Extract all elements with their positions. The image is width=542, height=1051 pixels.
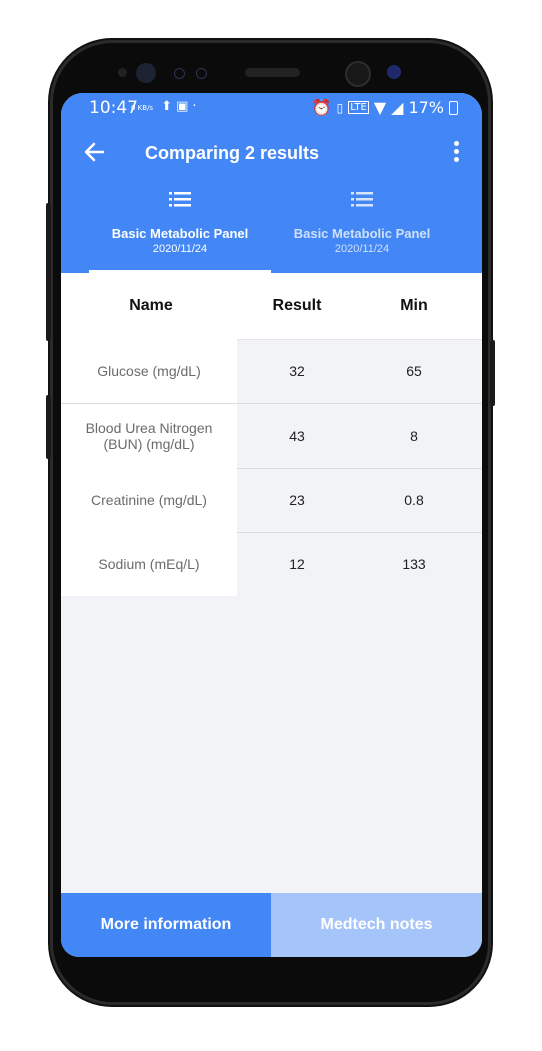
bixby-button (46, 395, 51, 459)
volte-icon: LTE (348, 101, 369, 114)
status-system-icons: ⏰ ▯ LTE ▼ ◢ 17% (312, 98, 458, 117)
medtech-notes-button[interactable]: Medtech notes (271, 893, 482, 957)
row-name: Sodium (mEq/L) (61, 532, 237, 596)
upload-icon: ⬆ (161, 99, 177, 114)
table-row: Sodium (mEq/L) 12 133 (61, 532, 482, 596)
power-button (490, 340, 495, 406)
status-notification-icons: 0 KB/s ⬆▣· (131, 99, 201, 114)
dot-icon: · (192, 99, 201, 114)
column-header-name: Name (129, 297, 173, 314)
tab-date: 2020/11/24 (152, 243, 208, 255)
vibrate-icon: ▯ (336, 100, 344, 115)
table-row: Creatinine (mg/dL) 23 0.8 (61, 468, 482, 533)
row-result: 23 (289, 492, 305, 508)
back-arrow-icon[interactable] (83, 141, 105, 170)
list-icon (351, 191, 373, 212)
row-min: 65 (406, 363, 422, 379)
more-information-button[interactable]: More information (61, 893, 271, 957)
row-min: 133 (402, 556, 426, 572)
screen: 10:47 0 KB/s ⬆▣· ⏰ ▯ LTE ▼ ◢ 17% Compari… (61, 93, 482, 957)
row-name: Creatinine (mg/dL) (61, 468, 237, 532)
sensor-dot-icon (118, 68, 127, 77)
column-header-result: Result (272, 297, 322, 314)
tab-result-1[interactable]: Basic Metabolic Panel 2020/11/24 (75, 191, 285, 273)
battery-level: 17% (408, 98, 444, 117)
tab-label: Basic Metabolic Panel (293, 226, 431, 241)
row-result: 43 (289, 428, 305, 444)
row-result: 32 (289, 363, 305, 379)
row-result: 12 (289, 556, 305, 572)
table-row: Blood Urea Nitrogen (BUN) (mg/dL) 43 8 (61, 404, 482, 469)
table-row: Glucose (mg/dL) 32 65 (61, 339, 482, 404)
tab-date: 2020/11/24 (334, 243, 390, 255)
sensor-icon (136, 63, 156, 83)
table-header: Name Result Min (61, 273, 482, 340)
iris-scanner-icon (387, 65, 401, 79)
net-speed: 0 KB/s (131, 104, 154, 112)
signal-icon: ◢ (391, 98, 404, 117)
wifi-icon: ▼ (373, 98, 387, 117)
front-camera-icon (345, 61, 371, 87)
list-icon (169, 191, 191, 212)
app-bar: Comparing 2 results Basic Metabolic Pane… (61, 121, 482, 273)
alarm-icon: ⏰ (311, 98, 332, 117)
row-name: Blood Urea Nitrogen (BUN) (mg/dL) (61, 404, 237, 468)
earpiece (245, 68, 300, 77)
page-title: Comparing 2 results (145, 143, 320, 163)
volume-button (46, 203, 51, 341)
row-min: 8 (410, 428, 418, 444)
tab-label: Basic Metabolic Panel (111, 226, 249, 241)
sensor-dot-icon (196, 68, 207, 79)
row-name: Glucose (mg/dL) (61, 339, 237, 403)
sensor-dot-icon (174, 68, 185, 79)
image-icon: ▣ (176, 99, 193, 114)
tab-result-2[interactable]: Basic Metabolic Panel 2020/11/24 (257, 191, 467, 273)
more-options-icon[interactable] (454, 141, 460, 165)
row-min: 0.8 (404, 492, 424, 508)
column-header-min: Min (400, 297, 428, 314)
status-bar: 10:47 0 KB/s ⬆▣· ⏰ ▯ LTE ▼ ◢ 17% (61, 93, 482, 121)
battery-icon (449, 100, 458, 115)
